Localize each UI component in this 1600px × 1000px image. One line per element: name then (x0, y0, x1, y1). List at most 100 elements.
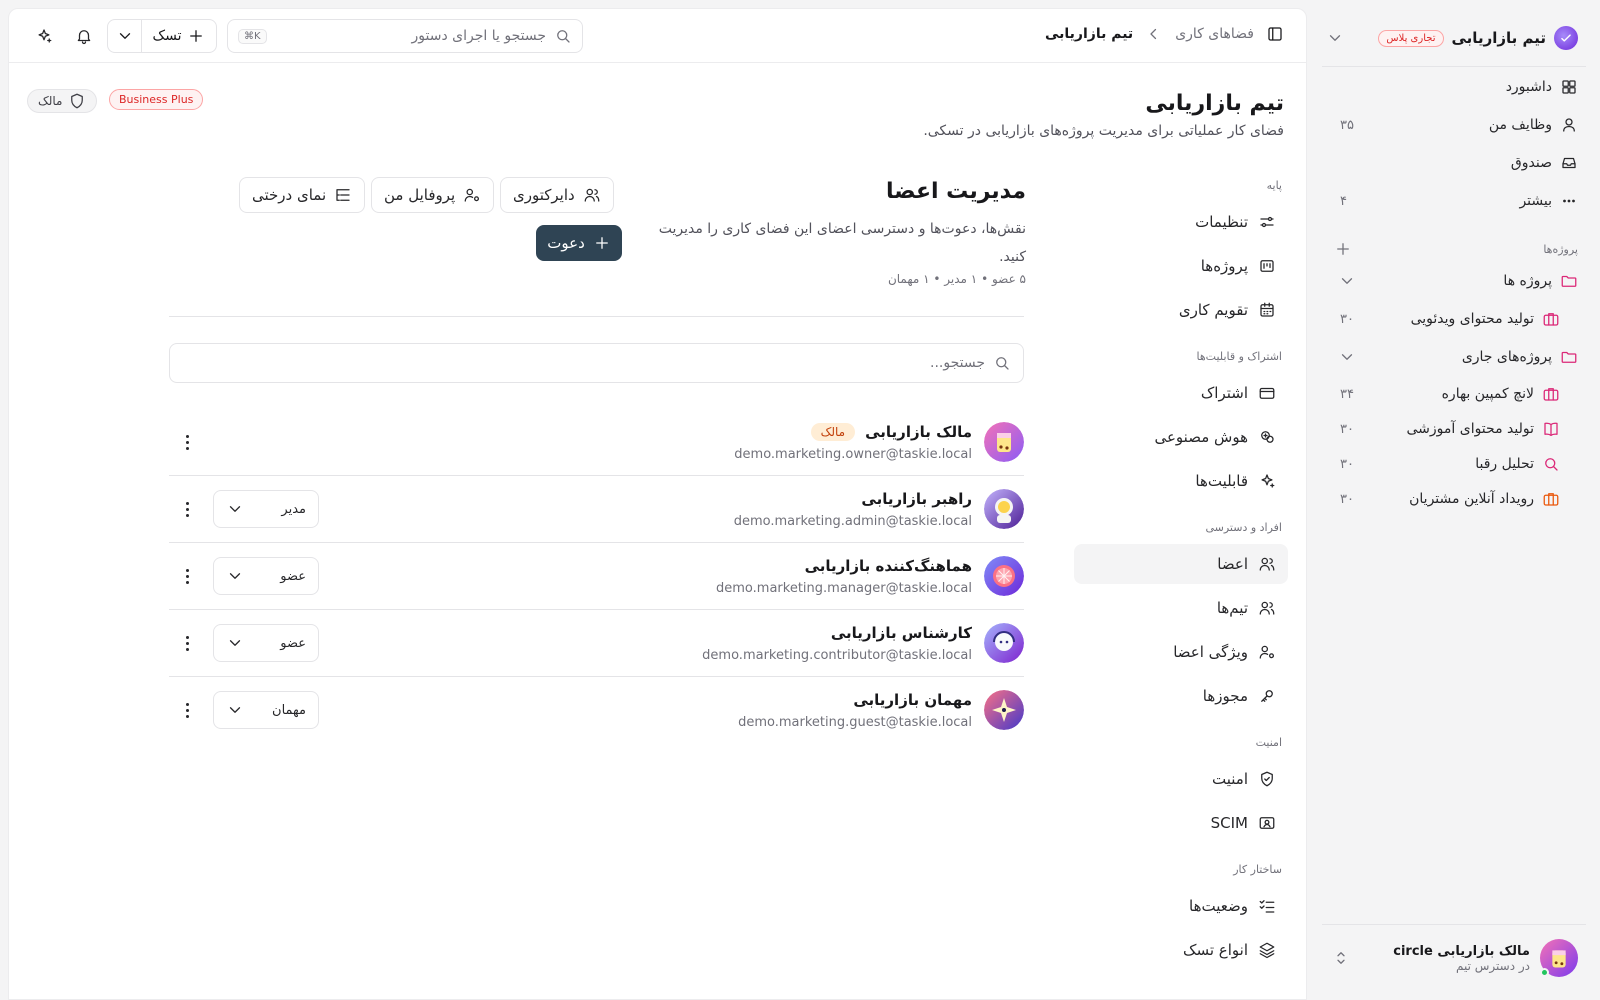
workspace-switcher[interactable]: تیم بازاریابی تجاری پلاس (1326, 22, 1578, 54)
member-email: demo.marketing.manager@taskie.local (716, 581, 972, 596)
member-row: راهبر بازاریابی demo.marketing.admin@tas… (169, 476, 1024, 542)
role-select-value: مدیر (281, 501, 306, 517)
sidebar-item-label: لانچ کمپین بهاره (1441, 386, 1534, 402)
tree-view-button[interactable]: نمای درختی (239, 177, 366, 213)
projects-heading: پروژه‌ها (1326, 240, 1578, 258)
section-description: نقش‌ها، دعوت‌ها و دسترسی اعضای این فضای … (658, 221, 1026, 265)
nav-item-projects[interactable]: پروژه‌ها (1074, 246, 1288, 286)
plus-icon (595, 237, 608, 249)
sidebar-item-label: پروژه‌های جاری (1461, 349, 1552, 365)
sidebar-project-item[interactable]: لانچ کمپین بهاره ۳۴ (1326, 377, 1560, 411)
sidebar-folder-current-projects[interactable]: پروژه‌های جاری (1326, 340, 1578, 374)
nav-item-teams[interactable]: تیم‌ها (1074, 588, 1288, 628)
nav-group-subscription: اشتراک و قابلیت‌ها (1196, 350, 1282, 363)
sidebar-item-label: وظایف من (1488, 117, 1552, 133)
chevron-down-icon[interactable] (1326, 272, 1356, 290)
nav-item-subscription[interactable]: اشتراک (1074, 373, 1288, 413)
directory-button[interactable]: دایرکتوری (500, 177, 614, 213)
nav-item-ai[interactable]: هوش مصنوعی (1074, 417, 1288, 457)
role-select[interactable]: مدیر (213, 490, 319, 528)
chevron-down-icon[interactable] (1326, 348, 1356, 366)
nav-item-capabilities[interactable]: قابلیت‌ها (1074, 461, 1288, 501)
sidebar-project-item[interactable]: تحلیل رقبا ۳۰ (1326, 447, 1560, 481)
role-select[interactable]: عضو (213, 624, 319, 662)
ai-assistant-button[interactable] (31, 23, 57, 49)
chevrons-up-down-icon[interactable] (1326, 949, 1350, 967)
member-search-input[interactable]: جستجو... (169, 343, 1024, 383)
member-name: مالک بازاریابی (865, 423, 972, 441)
sidebar-item-my-tasks[interactable]: وظایف من ۳۵ (1326, 108, 1578, 142)
breadcrumb: فضاهای کاری تیم بازاریابی (1045, 25, 1284, 43)
sidebar-item-more[interactable]: بیشتر ۴ (1326, 184, 1578, 218)
breadcrumb-workspaces[interactable]: فضاهای کاری (1175, 26, 1254, 42)
more-vertical-icon[interactable] (179, 699, 195, 721)
inbox-icon (1562, 157, 1576, 169)
more-vertical-icon[interactable] (179, 498, 195, 520)
count-badge: ۳۰ (1340, 456, 1354, 472)
sidebar-item-label: پروژه ها (1503, 273, 1552, 289)
sidebar-item-label: داشبورد (1505, 79, 1552, 95)
nav-item-calendar[interactable]: تقویم کاری (1074, 290, 1288, 330)
count-badge: ۳۰ (1340, 311, 1354, 327)
sidebar-item-label: تولید محتوای آموزشی (1406, 421, 1535, 437)
chevron-down-icon (229, 573, 241, 579)
nav-item-settings[interactable]: تنظیمات (1074, 202, 1288, 242)
avatar (984, 489, 1024, 529)
nav-item-scim[interactable]: SCIM (1074, 803, 1288, 843)
sidebar-folder-projects[interactable]: پروژه ها (1326, 264, 1578, 298)
nav-item-security[interactable]: امنیت (1074, 759, 1288, 799)
sidebar-item-label: تولید محتوای ویدئویی (1410, 311, 1534, 327)
layers-icon (1259, 942, 1275, 959)
nav-item-task-types[interactable]: انواع تسک (1074, 930, 1288, 970)
user-cog-icon (464, 188, 480, 202)
member-email: demo.marketing.admin@taskie.local (733, 514, 972, 529)
more-vertical-icon[interactable] (179, 632, 195, 654)
user-cog-icon (1259, 645, 1275, 659)
command-search[interactable]: جستجو یا اجرای دستور ⌘K (227, 19, 583, 53)
more-horizontal-icon (1563, 199, 1575, 203)
nav-item-members[interactable]: اعضا (1074, 544, 1288, 584)
my-profile-button[interactable]: پروفایل من (371, 177, 495, 213)
user-name: مالک بازاریابی circle (1393, 943, 1530, 959)
add-project-plus-icon[interactable] (1326, 240, 1352, 258)
search-placeholder: جستجو... (930, 355, 985, 371)
member-email: demo.marketing.contributor@taskie.local (702, 648, 972, 663)
briefcase-icon (1543, 313, 1559, 326)
role-select-value: عضو (280, 568, 306, 584)
count-badge: ۳۵ (1340, 117, 1354, 133)
sidebar-item-inbox[interactable]: صندوق (1326, 146, 1578, 180)
notifications-button[interactable] (71, 23, 97, 49)
new-task-label: تسک (152, 28, 182, 44)
sidebar-item-label: رویداد آنلاین مشتریان (1409, 491, 1534, 507)
role-select[interactable]: عضو (213, 557, 319, 595)
role-select-value: مهمان (272, 702, 306, 718)
nav-item-permissions[interactable]: مجوزها (1074, 676, 1288, 716)
users-icon (1259, 557, 1275, 571)
section-title: مدیریت اعضا (886, 179, 1026, 204)
new-task-button[interactable]: تسک (142, 27, 216, 45)
more-vertical-icon[interactable] (179, 431, 195, 453)
sidebar-toggle-icon[interactable] (1266, 25, 1284, 43)
invite-button[interactable]: دعوت (536, 225, 622, 261)
sparkles-icon (1261, 474, 1275, 488)
chevron-down-icon (229, 640, 241, 646)
sidebar-item-dashboard[interactable]: داشبورد (1326, 70, 1578, 104)
page-subtitle: فضای کار عملیاتی برای مدیریت پروژه‌های ب… (923, 123, 1284, 139)
sidebar-project-item[interactable]: تولید محتوای آموزشی ۳۰ (1326, 412, 1560, 446)
plan-badge: تجاری پلاس (1378, 29, 1444, 47)
member-name: هماهنگ‌کننده بازاریابی (804, 557, 972, 575)
user-menu[interactable]: مالک بازاریابی circle در دسترس تیم (1326, 938, 1578, 978)
avatar (984, 623, 1024, 663)
role-select[interactable]: مهمان (213, 691, 319, 729)
list-check-icon (1259, 900, 1275, 913)
chevron-down-icon[interactable] (1326, 29, 1344, 47)
nav-item-statuses[interactable]: وضعیت‌ها (1074, 886, 1288, 926)
sidebar-project-item[interactable]: رویداد آنلاین مشتریان ۳۰ (1326, 482, 1560, 516)
folder-icon (1561, 275, 1577, 287)
more-vertical-icon[interactable] (179, 565, 195, 587)
new-task-dropdown[interactable] (108, 19, 142, 53)
chevron-down-icon (229, 506, 241, 512)
member-row: مهمان بازاریابی demo.marketing.guest@tas… (169, 677, 1024, 743)
sidebar-project-item[interactable]: تولید محتوای ویدئویی ۳۰ (1326, 302, 1560, 336)
nav-item-member-attributes[interactable]: ویژگی اعضا (1074, 632, 1288, 672)
